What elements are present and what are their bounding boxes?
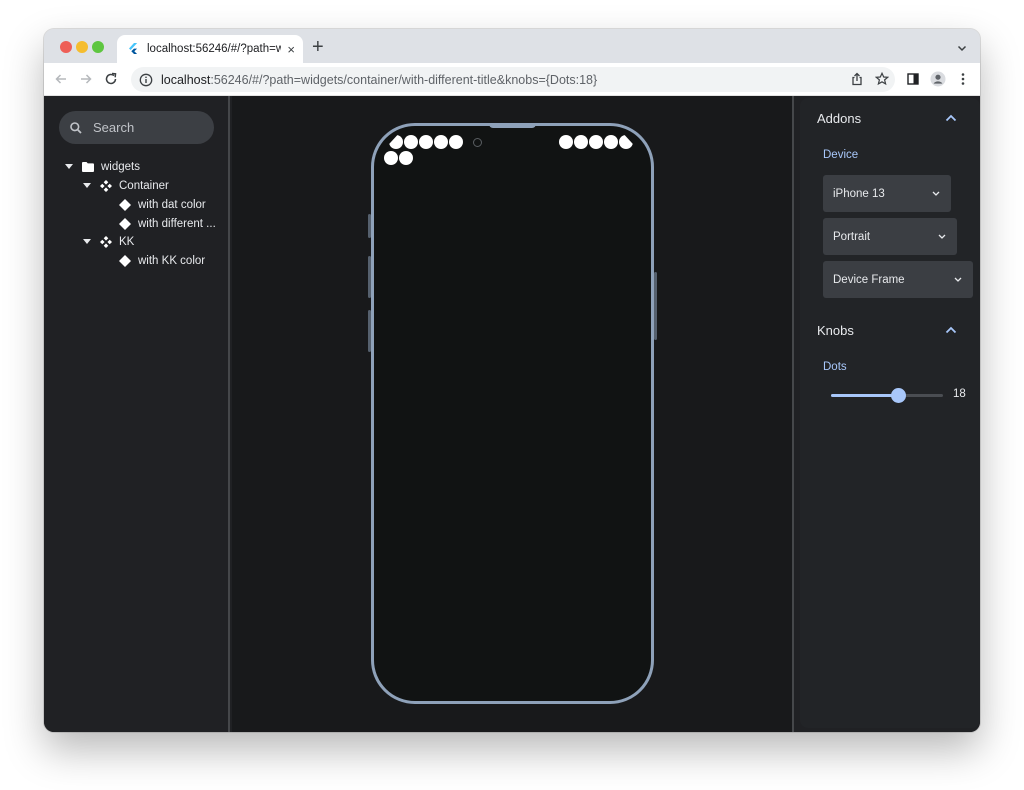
flutter-icon [127,43,139,55]
story-icon [119,217,131,230]
dots-slider[interactable] [831,388,943,403]
power-button [654,272,657,340]
chevron-down-icon [953,275,963,285]
close-window-button[interactable] [60,41,72,53]
dot [389,135,403,149]
url-path: :56246/#/?path=widgets/container/with-di… [210,72,598,87]
browser-tab[interactable]: localhost:56246/#/?path=widg × [117,35,303,63]
device-notch [489,123,536,128]
back-icon[interactable] [52,70,70,88]
dot [589,135,603,149]
tree-item-with-different-title[interactable]: with different ... [119,214,216,233]
tree-item-container[interactable]: Container [82,176,169,195]
profile-avatar-icon[interactable] [930,71,946,87]
tree-item-label: with KK color [138,254,206,267]
dot [574,135,588,149]
tree-item-label: with dat color [138,198,206,211]
component-icon [100,235,112,248]
frame-dropdown[interactable]: Device Frame [823,261,973,298]
component-icon [100,179,112,192]
tree-item-with-dat-color[interactable]: with dat color [119,195,206,214]
dot [619,135,633,149]
reload-icon[interactable] [102,70,120,88]
forward-icon[interactable] [77,70,95,88]
story-icon [119,254,131,267]
minimize-window-button[interactable] [76,41,88,53]
properties-panel: Addons Device iPhone 13 Portrait Device … [792,96,980,732]
dot [419,135,433,149]
slider-fill [831,394,899,397]
side-panel-icon[interactable] [905,71,921,87]
widgetbook-app: Search widgets Container with dat color … [44,96,980,732]
orientation-value: Portrait [833,230,871,243]
tree-item-with-kk-color[interactable]: with KK color [119,251,205,270]
maximize-window-button[interactable] [92,41,104,53]
new-tab-button[interactable]: + [312,37,324,57]
tree-item-label: KK [119,235,135,248]
caret-down-icon[interactable] [82,237,92,247]
caret-down-icon[interactable] [82,181,92,191]
device-label: Device [823,149,859,161]
bookmark-star-icon[interactable] [874,71,890,87]
tree-item-kk[interactable]: KK [82,232,134,251]
dot [434,135,448,149]
search-icon [69,121,83,135]
address-bar[interactable]: localhost:56246/#/?path=widgets/containe… [131,67,895,92]
close-tab-icon[interactable]: × [287,42,295,57]
tab-search-icon[interactable] [956,41,968,53]
folder-icon [82,161,94,173]
dot [384,151,398,165]
chevron-up-icon[interactable] [944,323,958,337]
url-host: localhost [161,72,211,87]
frame-value: Device Frame [833,273,905,286]
title-bar: localhost:56246/#/?path=widg × + [44,29,980,63]
knobs-title: Knobs [817,323,854,338]
chevron-up-icon[interactable] [944,111,958,125]
tab-title: localhost:56246/#/?path=widg [147,43,282,55]
browser-window: localhost:56246/#/?path=widg × + localho… [44,29,980,732]
chevron-down-icon [937,232,947,242]
dot [604,135,618,149]
properties-panel-inner: Addons Device iPhone 13 Portrait Device … [800,98,980,728]
site-info-icon[interactable] [139,73,153,87]
dot [559,135,573,149]
browser-menu-icon[interactable] [955,71,971,87]
dots-value: 18 [953,388,966,400]
device-value: iPhone 13 [833,187,885,200]
tree-item-label: widgets [101,160,140,173]
device-dropdown[interactable]: iPhone 13 [823,175,951,212]
orientation-dropdown[interactable]: Portrait [823,218,957,255]
slider-thumb[interactable] [890,388,906,403]
dots-knob-label: Dots [823,361,847,373]
tree-item-label: with different ... [138,217,216,230]
dot [449,135,463,149]
chevron-down-icon [931,189,941,199]
camera-indicator-icon [473,138,482,147]
addons-title: Addons [817,111,862,126]
story-icon [119,198,131,211]
caret-down-icon[interactable] [64,162,74,172]
search-input[interactable]: Search [59,111,214,144]
dot [404,135,418,149]
preview-canvas [232,96,792,732]
tree-item-label: Container [119,179,169,192]
dot [399,151,413,165]
search-placeholder: Search [93,120,135,135]
navigation-sidebar: Search widgets Container with dat color … [44,96,230,732]
tree-item-widgets[interactable]: widgets [64,157,140,176]
share-icon[interactable] [849,71,865,87]
iphone-device-frame [371,123,654,704]
browser-toolbar: localhost:56246/#/?path=widgets/containe… [44,63,980,96]
